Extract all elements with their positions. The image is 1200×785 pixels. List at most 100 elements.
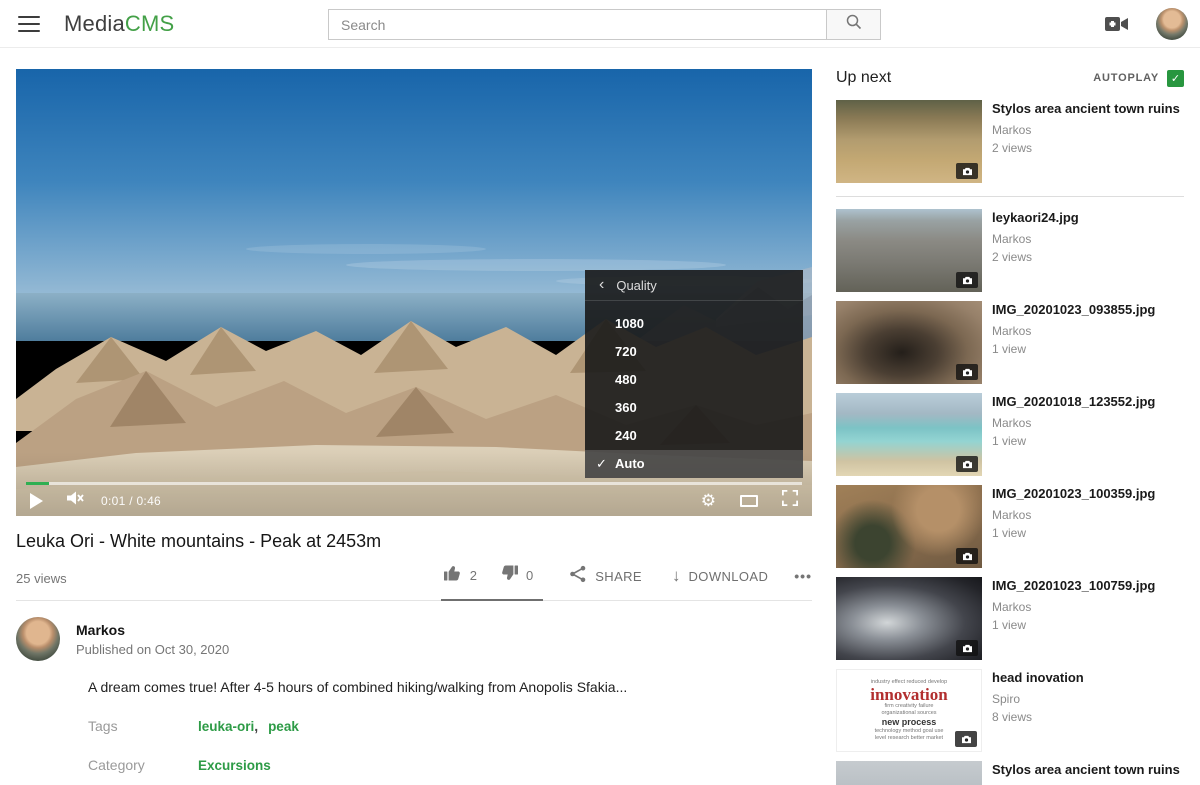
theater-mode-icon [740,495,758,507]
autoplay-control: AUTOPLAY ✓ [1093,70,1184,87]
tag-link-leuka-ori[interactable]: leuka-ori [198,719,254,734]
media-actions: 2 0 SHARE ↓ D [441,563,812,600]
checkmark-icon: ✓ [596,450,607,478]
quality-menu: ‹ Quality 1080 720 480 360 240 ✓ Auto [585,270,803,478]
item-views: 1 view [992,342,1155,356]
item-title: IMG_20201023_093855.jpg [992,302,1155,318]
time-display: 0:01 / 0:46 [101,494,161,508]
autoplay-checkbox[interactable]: ✓ [1167,70,1184,87]
item-title: leykaori24.jpg [992,210,1079,226]
list-item[interactable]: IMG_20201018_123552.jpg Markos 1 view [836,393,1184,476]
share-button[interactable]: SHARE [569,565,642,599]
item-author: Markos [992,324,1155,338]
item-views: 1 view [992,618,1155,632]
logo[interactable]: MediaCMS [64,11,174,37]
camera-badge [956,456,978,472]
category-row: Category Excursions [88,757,812,773]
cloud-text: innovation [870,686,947,703]
quality-option-auto[interactable]: ✓ Auto [585,450,803,478]
item-title: Stylos area ancient town ruins [992,762,1180,778]
item-author: Markos [992,508,1155,522]
download-icon: ↓ [672,566,681,586]
item-author: Markos [992,123,1180,137]
author-avatar[interactable] [16,617,60,661]
player-controls: 0:01 / 0:46 ⚙ [16,485,812,516]
more-icon: ••• [794,568,812,584]
item-author: Markos [992,232,1079,246]
thumbnail [836,577,982,660]
list-item[interactable]: industry effect reduced develop innovati… [836,669,1184,752]
item-info: IMG_20201018_123552.jpg Markos 1 view [992,393,1155,476]
dislike-button[interactable]: 0 [499,563,533,588]
video-player[interactable]: 0:01 / 0:46 ⚙ ‹ Quality 1080 720 [16,69,812,516]
dislike-count: 0 [526,568,533,583]
share-label: SHARE [595,569,642,584]
search-input[interactable] [328,9,827,40]
more-options-button[interactable]: ••• [794,568,812,595]
thumbs-up-icon [443,563,463,588]
item-info: IMG_20201023_100359.jpg Markos 1 view [992,485,1155,568]
divider [836,196,1184,197]
item-author: Markos [992,600,1155,614]
media-details: A dream comes true! After 4-5 hours of c… [88,679,812,785]
thumbnail [836,100,982,183]
quality-option-360[interactable]: 360 [585,394,803,422]
author-name[interactable]: Markos [76,622,229,638]
settings-button[interactable]: ⚙ [701,492,716,509]
list-item[interactable]: IMG_20201023_100759.jpg Markos 1 view [836,577,1184,660]
media-column: 0:01 / 0:46 ⚙ ‹ Quality 1080 720 [16,69,812,785]
item-info: leykaori24.jpg Markos 2 views [992,209,1079,292]
page-content: 0:01 / 0:46 ⚙ ‹ Quality 1080 720 [0,48,1200,785]
like-button[interactable]: 2 [443,563,477,588]
quality-menu-back[interactable]: ‹ Quality [585,270,803,301]
item-views: 1 view [992,434,1155,448]
author-info: Markos Published on Oct 30, 2020 [76,622,229,657]
tag-link-peak[interactable]: peak [268,719,299,734]
cloud-text: firm creativity failure [885,703,934,710]
fullscreen-button[interactable] [782,490,798,511]
list-item[interactable]: leykaori24.jpg Markos 2 views [836,209,1184,292]
quality-menu-title: Quality [616,278,656,293]
media-meta-row: 25 views 2 0 [16,563,812,601]
tags-values: leuka-ori, peak [198,718,299,734]
list-item[interactable]: Stylos area ancient town ruins [836,761,1184,785]
gear-icon: ⚙ [701,492,716,509]
quality-option-1080[interactable]: 1080 [585,310,803,338]
thumbs-down-icon [499,563,519,588]
user-avatar[interactable] [1156,8,1188,40]
quality-option-auto-label: Auto [615,456,645,471]
camera-badge [956,548,978,564]
muted-volume-icon [65,489,85,512]
list-item[interactable]: IMG_20201023_093855.jpg Markos 1 view [836,301,1184,384]
play-button[interactable] [30,493,43,509]
download-button[interactable]: ↓ DOWNLOAD [672,566,768,597]
autoplay-label: AUTOPLAY [1093,72,1159,84]
tags-row: Tags leuka-ori, peak [88,718,812,734]
camera-badge [956,272,978,288]
tags-label: Tags [88,718,198,734]
item-views: 1 view [992,526,1155,540]
menu-icon[interactable] [18,16,40,32]
item-info: head inovation Spiro 8 views [992,669,1084,752]
like-count: 2 [470,568,477,583]
item-title: IMG_20201023_100359.jpg [992,486,1155,502]
upload-media-icon[interactable] [1104,14,1130,34]
category-label: Category [88,757,198,773]
cloud-text: new process [882,717,937,728]
theater-mode-button[interactable] [716,495,758,507]
quality-options: 1080 720 480 360 240 ✓ Auto [585,301,803,478]
logo-media-text: Media [64,11,125,36]
mute-button[interactable] [65,489,85,512]
category-link[interactable]: Excursions [198,758,271,773]
quality-option-240[interactable]: 240 [585,422,803,450]
search-button[interactable] [826,9,881,40]
logo-cms-text: CMS [125,11,175,36]
list-item[interactable]: IMG_20201023_100359.jpg Markos 1 view [836,485,1184,568]
item-views: 2 views [992,250,1079,264]
quality-option-720[interactable]: 720 [585,338,803,366]
thumbnail [836,301,982,384]
cloud-text: technology method goal use [875,728,944,735]
up-next-title: Up next [836,69,891,87]
quality-option-480[interactable]: 480 [585,366,803,394]
list-item[interactable]: Stylos area ancient town ruins Markos 2 … [836,100,1184,183]
